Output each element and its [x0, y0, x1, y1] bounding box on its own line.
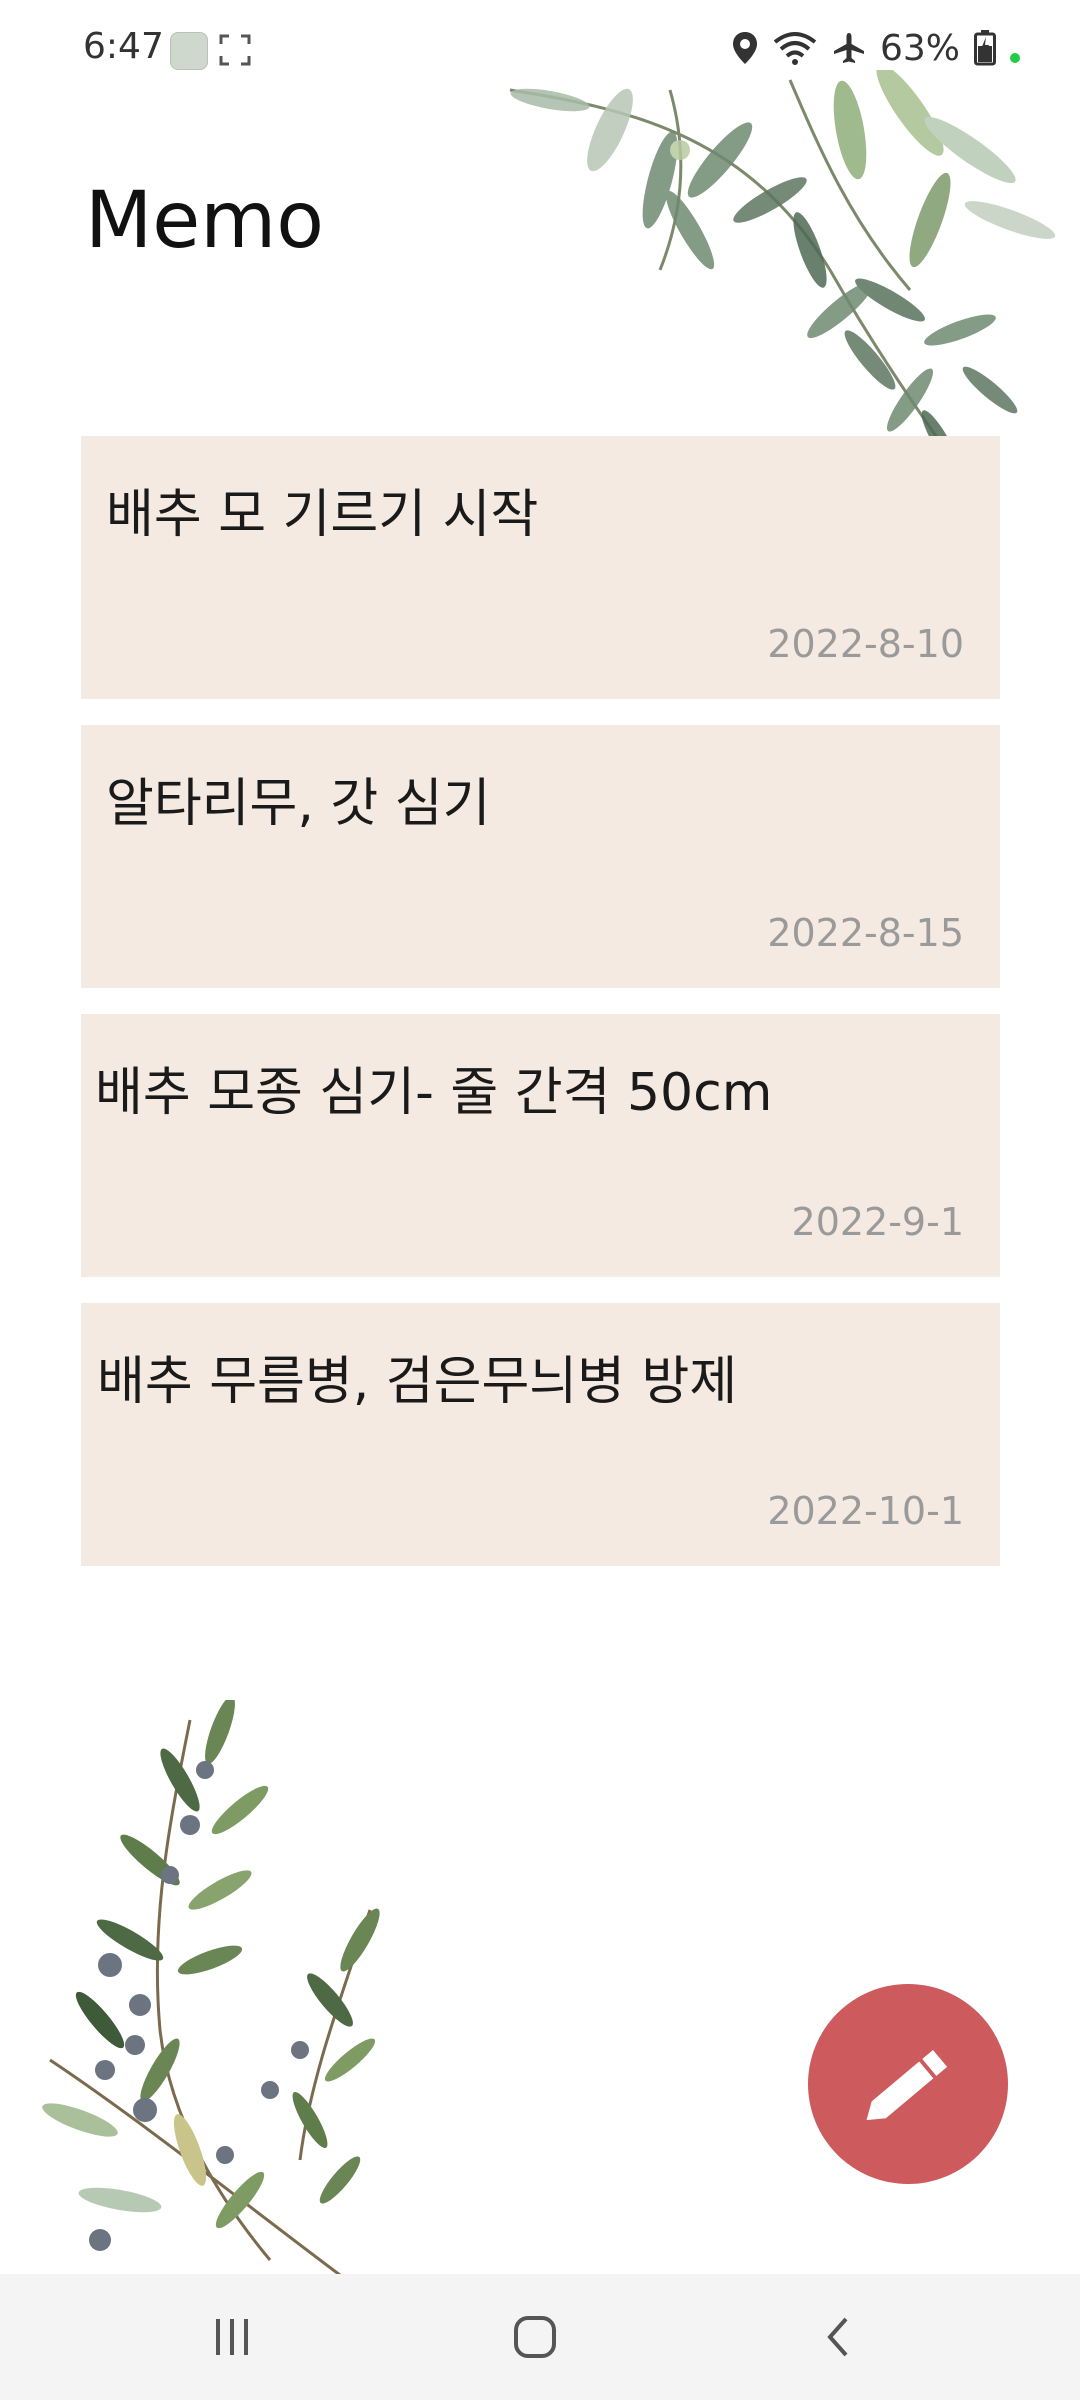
memo-title: 배추 모 기르기 시작 [106, 485, 539, 545]
new-memo-button[interactable] [808, 1984, 1008, 2184]
memo-title: 배추 모종 심기- 줄 간격 50cm [95, 1063, 773, 1123]
app-notification-icon [170, 32, 208, 70]
memo-title: 배추 무름병, 검은무늬병 방제 [97, 1352, 738, 1412]
memo-title: 알타리무, 갓 심기 [106, 774, 491, 834]
memo-card[interactable]: 배추 모종 심기- 줄 간격 50cm 2022-9-1 [81, 1014, 1000, 1277]
back-icon [827, 2317, 848, 2357]
home-icon [514, 2316, 556, 2358]
leaves-decoration-bottom [42, 1700, 380, 2277]
memo-date: 2022-10-1 [767, 1489, 964, 1533]
memo-date: 2022-9-1 [791, 1200, 964, 1244]
battery-percent: 63% [879, 27, 960, 69]
airplane-icon [833, 33, 864, 63]
recent-apps-button[interactable] [202, 2307, 262, 2367]
status-icons: 63% [732, 26, 1020, 70]
recent-apps-icon [216, 2319, 248, 2355]
privacy-indicator-dot [1010, 53, 1020, 63]
memo-card[interactable]: 배추 무름병, 검은무늬병 방제 2022-10-1 [81, 1303, 1000, 1566]
pencil-icon [866, 2049, 948, 2121]
home-button[interactable] [505, 2307, 565, 2367]
screenshot-icon [219, 34, 251, 66]
wifi-icon [773, 32, 817, 65]
navigation-bar [0, 2274, 1080, 2400]
page-title: Memo [85, 176, 324, 266]
leaves-decoration-top [509, 70, 1056, 471]
back-button[interactable] [808, 2307, 868, 2367]
status-bar: 6:47 63% [0, 0, 1080, 100]
location-icon [732, 32, 757, 64]
memo-date: 2022-8-15 [767, 911, 964, 955]
memo-list: 배추 모 기르기 시작 2022-8-10 알타리무, 갓 심기 2022-8-… [81, 436, 1000, 1592]
memo-card[interactable]: 알타리무, 갓 심기 2022-8-15 [81, 725, 1000, 988]
memo-date: 2022-8-10 [767, 622, 964, 666]
battery-icon [974, 30, 996, 66]
memo-screen: 6:47 63% Memo 배추 모 기르기 시작 2022-8-10 알타리무… [0, 0, 1080, 2400]
memo-card[interactable]: 배추 모 기르기 시작 2022-8-10 [81, 436, 1000, 699]
status-time: 6:47 [83, 26, 164, 67]
